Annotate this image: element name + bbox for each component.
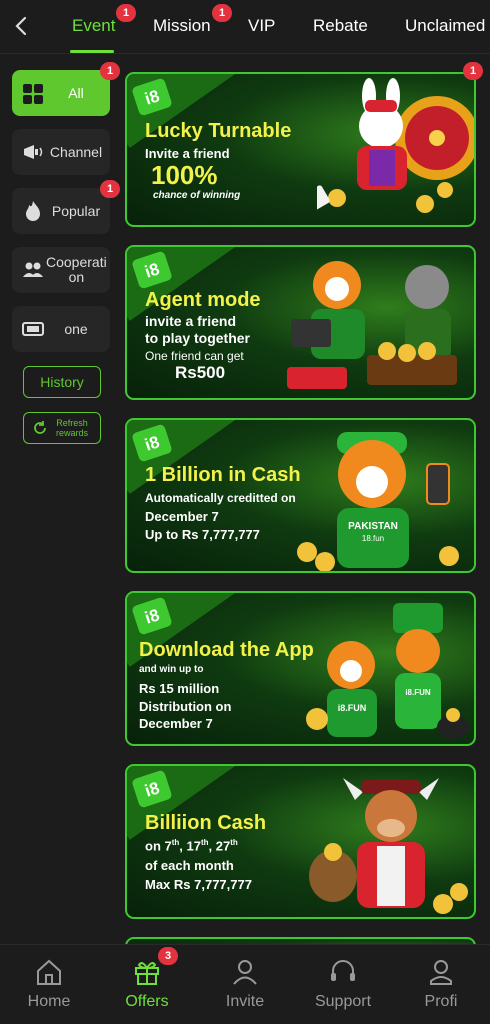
shirt-text: i8.FUN [338, 703, 367, 713]
banner-text: One friend can get [145, 349, 244, 363]
bottom-nav: Home Offers 3 Invite Support Profi [0, 944, 490, 1024]
tiger-leprechaun-mascots-icon: i8.FUN i8.FUN [306, 603, 469, 739]
rabbit-mascot-icon [317, 78, 474, 215]
banner-highlight: 100% [151, 160, 218, 190]
headset-icon [331, 960, 355, 981]
banner-text: chance of winning [153, 190, 241, 201]
tab-event[interactable]: Event [72, 16, 115, 36]
sidebar-item-label: All [68, 84, 84, 101]
sidebar-item-one[interactable]: one [12, 306, 110, 352]
banner-text: Distribution on [139, 699, 232, 714]
banner-billiion-cash[interactable]: i8 Billiion Cash on 7th, 17th, 27th of e… [125, 764, 476, 919]
nav-label: Invite [225, 993, 265, 1010]
flame-icon [26, 201, 40, 221]
banner-title: Billiion Cash [145, 812, 267, 834]
banner-title: 1 Billion in Cash [145, 464, 301, 486]
sidebar-item-label: Channel [49, 143, 103, 160]
back-arrow-icon[interactable] [10, 14, 34, 38]
nav-support[interactable]: Support [294, 945, 392, 1024]
refresh-rewards-button[interactable]: Refresh rewards [23, 412, 101, 444]
nav-offers[interactable]: Offers 3 [98, 945, 196, 1024]
tiger-raccoon-mascots-icon [287, 261, 457, 389]
shirt-text: 18.fun [362, 534, 384, 543]
shirt-text: i8.FUN [405, 688, 431, 697]
nav-invite[interactable]: Invite [196, 945, 294, 1024]
banner-text: Automatically creditted on [145, 491, 296, 505]
bull-mascot-icon [309, 778, 468, 914]
tab-mission-badge: 1 [212, 4, 232, 22]
sidebar-item-popular[interactable]: Popular [12, 188, 110, 234]
banner-text: of each month [145, 858, 234, 873]
banner-text: Up to Rs 7,777,777 [145, 527, 260, 542]
cards-icon [23, 84, 43, 104]
refresh-icon [34, 421, 46, 434]
refresh-rewards-label: Refresh rewards [55, 418, 88, 438]
banner-text: December 7 [145, 509, 219, 524]
nav-profile[interactable]: Profi [392, 945, 490, 1024]
tab-vip[interactable]: VIP [248, 16, 275, 36]
banner-text: to play together [145, 330, 251, 346]
tab-rebate[interactable]: Rebate [313, 16, 368, 36]
nav-home[interactable]: Home [0, 945, 98, 1024]
sidebar-item-all[interactable]: All [12, 70, 110, 116]
banner-text: invite a friend [145, 313, 237, 329]
active-tab-indicator [70, 50, 114, 53]
banner-badge: 1 [463, 62, 483, 80]
banner-title: Agent mode [145, 289, 261, 311]
people-icon [23, 262, 43, 277]
profile-icon [430, 960, 452, 985]
banner-lucky-turnable[interactable]: i8 Lucky Turnable Invite a friend 100% c… [125, 72, 476, 227]
sidebar-item-label: Cooperati on [46, 254, 107, 285]
sidebar-item-cooperation[interactable]: Cooperati on [12, 247, 110, 293]
tab-event-badge: 1 [116, 4, 136, 22]
banner-text: December 7 [139, 716, 213, 731]
nav-label: Offers [125, 993, 169, 1010]
megaphone-icon [24, 145, 43, 159]
banner-text: Invite a friend [145, 146, 230, 161]
banner-title: Download the App [139, 639, 314, 661]
nav-label: Support [314, 993, 372, 1010]
home-icon [37, 959, 61, 985]
banner-reward: Rs500 [175, 363, 226, 382]
invite-icon [233, 960, 257, 985]
banner-title: Lucky Turnable [145, 120, 292, 142]
tiger-mascot-icon: PAKISTAN 18.fun [297, 432, 459, 571]
banner-download-app[interactable]: i8 Download the App and win up to Rs 15 … [125, 591, 476, 746]
sidebar-popular-badge: 1 [100, 180, 120, 198]
banner-billion-cash[interactable]: i8 1 Billion in Cash Automatically credi… [125, 418, 476, 573]
banner-text: Rs 15 million [139, 681, 220, 696]
tab-mission[interactable]: Mission [153, 16, 211, 36]
nav-label: Profi [424, 993, 458, 1010]
banner-text: and win up to [139, 664, 204, 675]
banner-text: on 7th, 17th, 27th [145, 838, 238, 854]
tab-unclaimed[interactable]: Unclaimed [405, 16, 485, 36]
ticket-icon [22, 322, 44, 336]
gift-icon [135, 962, 159, 985]
sidebar-item-label: Popular [51, 202, 101, 219]
sidebar-item-label: one [64, 320, 88, 337]
top-tab-bar: Event 1 Mission 1 VIP Rebate Unclaimed [0, 0, 490, 54]
history-button[interactable]: History [23, 366, 101, 398]
banner-agent-mode[interactable]: i8 Agent mode invite a friend to play to… [125, 245, 476, 400]
shirt-text: PAKISTAN [348, 521, 398, 532]
nav-offers-badge: 3 [158, 947, 178, 965]
sidebar-all-badge: 1 [100, 62, 120, 80]
sidebar-item-channel[interactable]: Channel [12, 129, 110, 175]
nav-label: Home [27, 993, 71, 1010]
banner-text: Max Rs 7,777,777 [145, 877, 252, 892]
